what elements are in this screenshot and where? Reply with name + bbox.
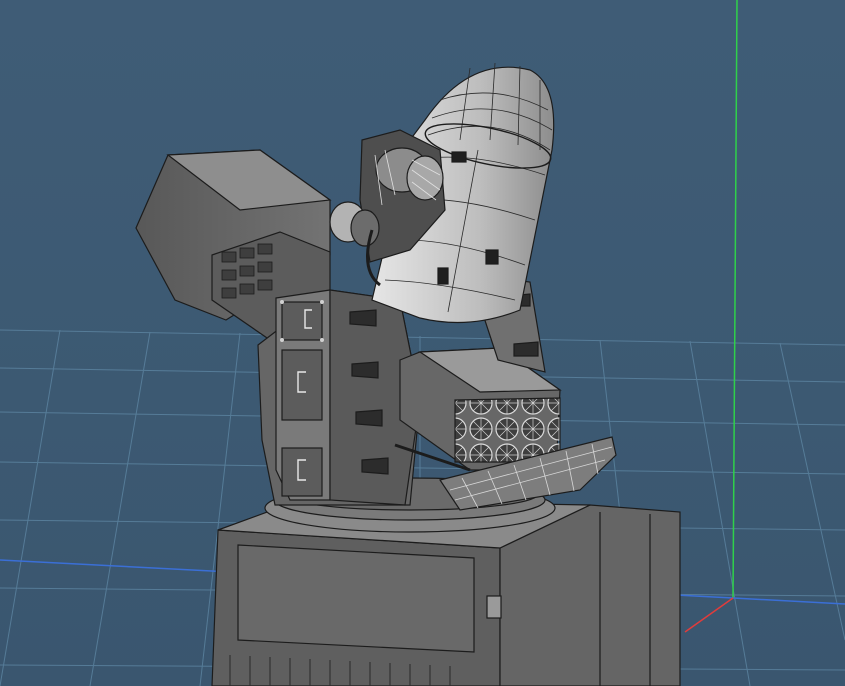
x-axis-line-ext	[732, 597, 845, 605]
viewport-canvas[interactable]	[0, 0, 845, 686]
z-axis-line	[684, 597, 734, 633]
y-axis-line	[732, 0, 738, 599]
mount-pedestal[interactable]	[257, 289, 421, 506]
3d-viewport[interactable]	[0, 0, 845, 686]
